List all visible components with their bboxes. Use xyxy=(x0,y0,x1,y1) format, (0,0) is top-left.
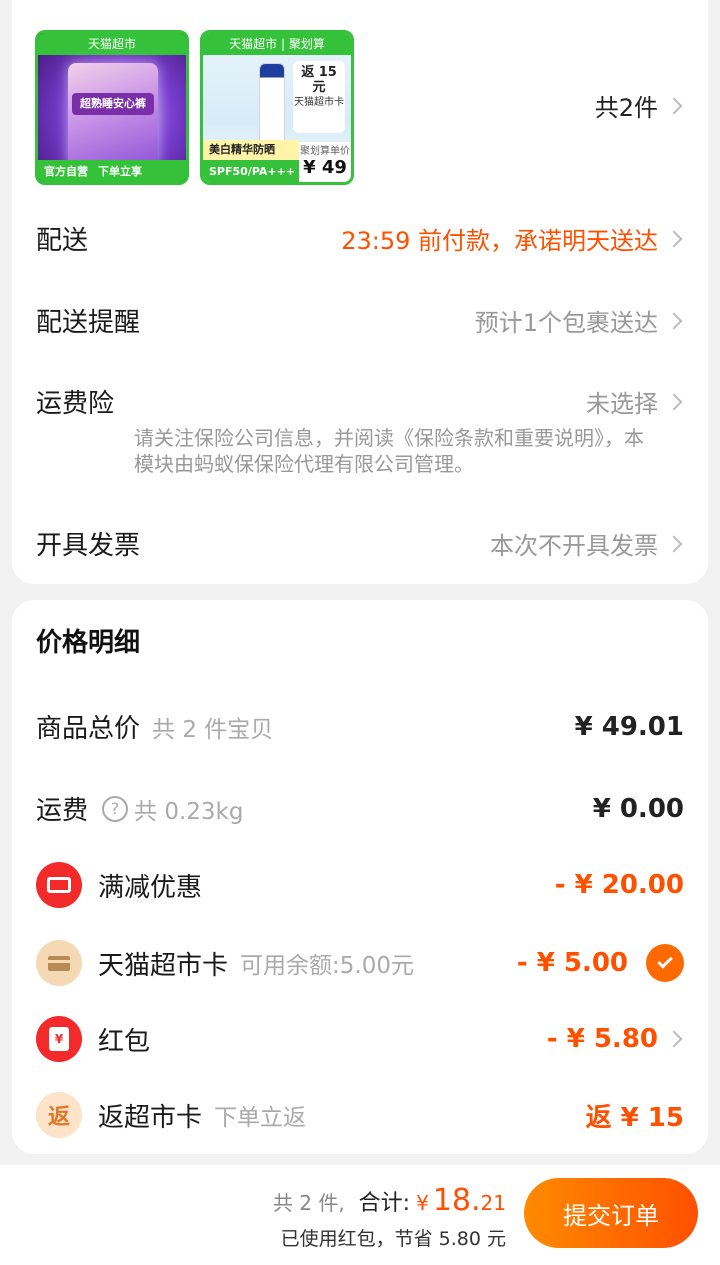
cashback-row: 返 返超市卡 下单立返 返 ¥ 15 xyxy=(36,1092,684,1138)
price-tag-label: 聚划算单价 xyxy=(300,146,350,157)
product-image: 超熟睡安心裤 xyxy=(68,63,158,168)
delivery-value: 23:59 前付款，承诺明天送达 xyxy=(341,227,658,255)
total-amount-int: 18. xyxy=(432,1183,481,1218)
chevron-right-icon xyxy=(665,97,683,114)
cashback-amount: 返 ¥ 15 xyxy=(585,1102,684,1133)
delivery-reminder-row[interactable]: 配送提醒 预计1个包裹送达 xyxy=(36,302,684,339)
item-count: 共 2 件, xyxy=(272,1191,345,1215)
product-badges: 官方自营 下单立享 xyxy=(38,160,186,182)
checkmark-icon[interactable] xyxy=(646,944,684,982)
product-thumbnail-1[interactable]: 天猫超市 超熟睡安心裤 官方自营 下单立享 xyxy=(35,30,189,185)
delivery-reminder-label: 配送提醒 xyxy=(36,308,141,338)
chevron-right-icon xyxy=(665,230,683,247)
product-name: 美白精华防晒 xyxy=(203,140,299,160)
card-icon xyxy=(36,940,82,986)
shipping-insurance-label: 运费险 xyxy=(36,389,115,419)
discount-label: 满减优惠 xyxy=(98,872,203,903)
discount-row: 满减优惠 - ¥ 20.00 xyxy=(36,862,684,908)
total-currency: ¥ xyxy=(416,1191,429,1215)
insurance-note: 请关注保险公司信息，并阅读《保险条款和重要说明》，本模块由蚂蚁保保险代理有限公司… xyxy=(134,426,644,476)
product-thumbnail-2[interactable]: 天猫超市 | 聚划算 返 15 元 天猫超市卡 美白精华防晒 SPF50/PA+… xyxy=(200,30,354,185)
order-info-card: 天猫超市 超熟睡安心裤 官方自营 下单立享 天猫超市 | 聚划算 返 15 元 … xyxy=(12,0,708,584)
goods-total-amount: ¥ 49.01 xyxy=(574,711,684,742)
tmall-card-label: 天猫超市卡 xyxy=(98,950,229,981)
delivery-label: 配送 xyxy=(36,226,89,256)
shipping-insurance-value: 未选择 xyxy=(586,390,658,418)
delivery-row[interactable]: 配送 23:59 前付款，承诺明天送达 xyxy=(36,220,684,257)
shipping-fee-row: 运费 ? 共 0.23kg ¥ 0.00 xyxy=(36,790,684,827)
shipping-fee-amount: ¥ 0.00 xyxy=(592,793,684,824)
product-count-link[interactable]: 共2件 xyxy=(595,88,684,123)
total-label: 合计: xyxy=(358,1191,411,1216)
order-summary: 共 2 件, 合计: ¥ 18. 21 已使用红包，节省 5.80 元 xyxy=(273,1183,506,1251)
chevron-right-icon xyxy=(665,393,683,410)
chevron-right-icon xyxy=(665,312,683,329)
shipping-insurance-row[interactable]: 运费险 未选择 xyxy=(36,383,684,420)
promo-box: 返 15 元 天猫超市卡 xyxy=(293,61,345,133)
goods-total-label: 商品总价 xyxy=(36,714,141,744)
price-tag: 聚划算单价 ¥ 49 xyxy=(299,142,351,182)
red-packet-label: 红包 xyxy=(98,1026,151,1057)
badge-self-operated: 官方自营 xyxy=(44,165,88,178)
tmall-card-row[interactable]: 天猫超市卡 可用余额:5.00元 - ¥ 5.00 xyxy=(36,940,684,986)
invoice-row[interactable]: 开具发票 本次不开具发票 xyxy=(36,525,684,562)
store-tag: 天猫超市 xyxy=(38,33,186,55)
promo-desc: 天猫超市卡 xyxy=(294,97,344,108)
total-amount-dec: 21 xyxy=(480,1191,506,1215)
chevron-right-icon xyxy=(665,535,683,552)
cashback-sub: 下单立返 xyxy=(214,1105,307,1131)
badge-instant: 下单立享 xyxy=(98,165,142,178)
submit-order-button[interactable]: 提交订单 xyxy=(524,1178,698,1248)
tmall-card-amount: - ¥ 5.00 xyxy=(516,948,628,978)
shipping-fee-sub: 共 0.23kg xyxy=(134,798,244,825)
invoice-label: 开具发票 xyxy=(36,531,141,561)
checkout-bar: 共 2 件, 合计: ¥ 18. 21 已使用红包，节省 5.80 元 提交订单 xyxy=(0,1165,720,1265)
invoice-value: 本次不开具发票 xyxy=(490,532,658,560)
chevron-right-icon xyxy=(665,1030,683,1048)
promo-amount: 返 15 元 xyxy=(301,65,337,95)
red-packet-row[interactable]: ¥ 红包 - ¥ 5.80 xyxy=(36,1016,684,1062)
product-count: 共2件 xyxy=(594,94,658,122)
savings-text: 已使用红包，节省 5.80 元 xyxy=(280,1228,506,1250)
store-tag: 天猫超市 | 聚划算 xyxy=(203,33,351,55)
red-packet-amount: - ¥ 5.80 xyxy=(546,1024,658,1054)
red-envelope-icon: ¥ xyxy=(36,1016,82,1062)
price-detail-title: 价格明细 xyxy=(36,628,141,658)
tmall-card-balance: 可用余额:5.00元 xyxy=(240,953,414,979)
price-detail-card: 价格明细 商品总价 共 2 件宝贝 ¥ 49.01 运费 ? 共 0.23kg … xyxy=(12,600,708,1154)
cashback-icon: 返 xyxy=(36,1092,82,1138)
delivery-reminder-value: 预计1个包裹送达 xyxy=(474,309,658,337)
cashback-label: 返超市卡 xyxy=(98,1102,203,1133)
goods-total-sub: 共 2 件宝贝 xyxy=(152,716,274,743)
discount-amount: - ¥ 20.00 xyxy=(554,870,684,900)
question-mark-icon[interactable]: ? xyxy=(102,795,129,822)
ticket-icon xyxy=(36,862,82,908)
price-tag-value: ¥ 49 xyxy=(303,157,347,178)
product-pack-label: 超熟睡安心裤 xyxy=(72,93,154,115)
goods-total-row: 商品总价 共 2 件宝贝 ¥ 49.01 xyxy=(36,708,684,745)
shipping-fee-label: 运费 xyxy=(36,796,89,826)
